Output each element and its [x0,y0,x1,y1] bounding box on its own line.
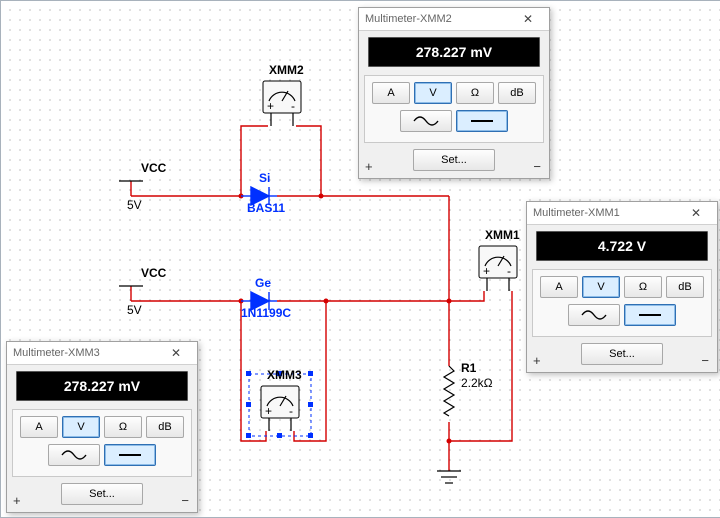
titlebar[interactable]: Multimeter-XMM1 ✕ [527,202,717,225]
r1-refdes: R1 [461,361,476,375]
polarity-minus-icon: − [181,493,189,508]
multimeter-window-xmm2[interactable]: Multimeter-XMM2 ✕ 278.227 mV A V Ω dB Se… [358,7,550,179]
wave-dc-button[interactable] [624,304,676,326]
wave-ac-button[interactable] [48,444,100,466]
diode-si-label: Si [259,171,270,185]
mode-db-button[interactable]: dB [666,276,704,298]
reading-display: 4.722 V [536,231,708,261]
mode-ohm-button[interactable]: Ω [456,82,494,104]
svg-text:-: - [291,99,295,113]
svg-text:+: + [267,99,274,113]
window-title: Multimeter-XMM1 [533,207,681,219]
mode-db-button[interactable]: dB [146,416,184,438]
mode-volt-button[interactable]: V [414,82,452,104]
titlebar[interactable]: Multimeter-XMM3 ✕ [7,342,197,365]
wave-ac-button[interactable] [568,304,620,326]
mode-db-button[interactable]: dB [498,82,536,104]
vcc1-label: VCC [141,161,166,175]
mode-volt-button[interactable]: V [62,416,100,438]
wave-dc-button[interactable] [456,110,508,132]
xmm2-refdes: XMM2 [269,63,304,77]
mode-panel: A V Ω dB [12,409,192,477]
r1-value: 2.2kΩ [461,376,493,390]
titlebar[interactable]: Multimeter-XMM2 ✕ [359,8,549,31]
multimeter-window-xmm3[interactable]: Multimeter-XMM3 ✕ 278.227 mV A V Ω dB Se… [6,341,198,513]
reading-display: 278.227 mV [16,371,188,401]
diode-ge-part: 1N1199C [241,306,291,320]
mode-panel: A V Ω dB [532,269,712,337]
polarity-plus-icon: + [13,493,21,508]
vcc2-value: 5V [127,303,142,317]
set-button[interactable]: Set... [61,483,143,505]
diode-ge-label: Ge [255,276,271,290]
mode-amp-button[interactable]: A [372,82,410,104]
svg-text:-: - [289,404,293,418]
mode-amp-button[interactable]: A [20,416,58,438]
reading-display: 278.227 mV [368,37,540,67]
window-title: Multimeter-XMM2 [365,13,513,25]
mode-ohm-button[interactable]: Ω [624,276,662,298]
polarity-minus-icon: − [533,159,541,174]
set-button[interactable]: Set... [581,343,663,365]
mode-volt-button[interactable]: V [582,276,620,298]
polarity-plus-icon: + [533,353,541,368]
wave-dc-button[interactable] [104,444,156,466]
mode-amp-button[interactable]: A [540,276,578,298]
xmm3-refdes: XMM3 [267,368,302,382]
vcc1-value: 5V [127,198,142,212]
xmm1-refdes: XMM1 [485,228,520,242]
close-button[interactable]: ✕ [513,10,543,28]
multimeter-window-xmm1[interactable]: Multimeter-XMM1 ✕ 4.722 V A V Ω dB Set..… [526,201,718,373]
mode-panel: A V Ω dB [364,75,544,143]
wave-ac-button[interactable] [400,110,452,132]
mode-ohm-button[interactable]: Ω [104,416,142,438]
svg-text:+: + [483,264,490,278]
window-title: Multimeter-XMM3 [13,347,161,359]
diode-si-part: BAS11 [247,201,285,215]
close-button[interactable]: ✕ [161,344,191,362]
polarity-plus-icon: + [365,159,373,174]
svg-text:-: - [507,264,511,278]
schematic-canvas[interactable]: + - + - [0,0,720,518]
set-button[interactable]: Set... [413,149,495,171]
polarity-minus-icon: − [701,353,709,368]
vcc2-label: VCC [141,266,166,280]
close-button[interactable]: ✕ [681,204,711,222]
svg-text:+: + [265,404,272,418]
